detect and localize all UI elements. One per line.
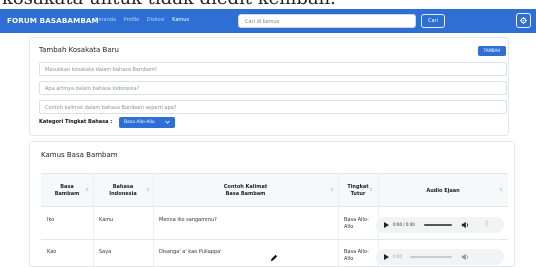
cell-tingkat: Basa Allo- Allo xyxy=(344,217,369,230)
nav-link-beranda[interactable]: Beranda xyxy=(95,17,116,23)
meaning-input[interactable]: Apa artinya dalam bahasa Indonesia? xyxy=(39,81,507,95)
sort-icon[interactable]: ⇅ xyxy=(330,188,334,193)
play-icon[interactable] xyxy=(384,222,389,228)
search-input[interactable]: Cari di kamus xyxy=(238,14,416,28)
sort-icon[interactable]: ⇅ xyxy=(146,188,150,193)
cell-bambam: Iko xyxy=(47,217,55,223)
audio-player[interactable]: 0:00 xyxy=(376,249,504,265)
cell-tingkat: Basa Allo- Allo xyxy=(344,249,369,262)
audio-progress[interactable] xyxy=(424,224,452,226)
nav-link-kamus[interactable]: Kamus xyxy=(172,17,189,23)
nav-links: Beranda Profile Diskusi Kamus xyxy=(95,17,195,23)
col-header-indonesia[interactable]: Bahasa Indonesia xyxy=(93,174,153,208)
add-button[interactable]: TAMBAH xyxy=(478,46,506,56)
gear-icon xyxy=(520,17,527,24)
audio-player[interactable]: 0:00 / 0:40 ⋮ xyxy=(376,217,504,233)
audio-time: 0:00 / 0:40 xyxy=(393,222,415,227)
word-input[interactable]: Masukkan kosakata dalam bahasa Bambam! xyxy=(39,62,507,76)
cell-contoh: Menna iko sangammu? xyxy=(159,217,217,223)
nav-link-profile[interactable]: Profile xyxy=(124,17,140,23)
play-icon[interactable] xyxy=(384,254,389,260)
more-options-icon[interactable]: ⋮ xyxy=(484,221,490,227)
chevron-down-icon xyxy=(165,120,170,124)
sort-icon[interactable]: ⇅ xyxy=(499,188,503,193)
clipped-caption: kosakata untuk tidak diedit kembali. xyxy=(2,0,336,9)
dictionary-title: Kamus Basa Bambam xyxy=(41,151,118,159)
search-button[interactable]: Cari xyxy=(421,14,445,28)
category-label: Kategori Tingkat Bahasa : xyxy=(39,119,113,125)
brand-title[interactable]: FORUM BASABAMBAM xyxy=(7,16,99,25)
settings-button[interactable] xyxy=(516,13,531,28)
volume-icon[interactable] xyxy=(461,221,469,229)
audio-time: 0:00 xyxy=(393,254,402,259)
volume-icon[interactable] xyxy=(461,253,469,261)
sort-icon[interactable]: ⇅ xyxy=(369,188,373,193)
navbar: FORUM BASABAMBAM Beranda Profile Diskusi… xyxy=(0,9,536,33)
category-select[interactable]: Basa Allo-Allo xyxy=(119,117,175,128)
cell-contoh: Disanga' a' kao Pullappa' xyxy=(159,249,222,255)
table-header: Basa Bambam ⇅ Bahasa Indonesia ⇅ Contoh … xyxy=(41,173,508,207)
cell-indonesia: Kamu xyxy=(99,217,114,223)
audio-progress[interactable] xyxy=(410,256,452,258)
add-word-card: Tambah Kosakata Baru TAMBAH Masukkan kos… xyxy=(29,37,509,136)
col-header-audio[interactable]: Audio Ejaan xyxy=(378,174,508,208)
col-header-contoh[interactable]: Contoh Kalimat Basa Bambam xyxy=(153,174,338,208)
pencil-cursor-icon xyxy=(270,254,278,262)
sort-icon[interactable]: ⇅ xyxy=(85,188,89,193)
nav-link-diskusi[interactable]: Diskusi xyxy=(147,17,165,23)
dictionary-card: Kamus Basa Bambam Basa Bambam ⇅ Bahasa I… xyxy=(29,141,515,267)
table-row: Iko Kamu Menna iko sangammu? Basa Allo- … xyxy=(41,208,508,240)
top-clipped-text: kosakata untuk tidak diedit kembali. xyxy=(0,0,536,9)
category-selected: Basa Allo-Allo xyxy=(124,120,155,125)
cell-indonesia: Saya xyxy=(99,249,112,255)
cell-bambam: Kao xyxy=(47,249,57,255)
add-word-title: Tambah Kosakata Baru xyxy=(39,46,119,54)
example-input[interactable]: Contoh kalimat dalam bahasa Bambam seper… xyxy=(39,100,507,114)
